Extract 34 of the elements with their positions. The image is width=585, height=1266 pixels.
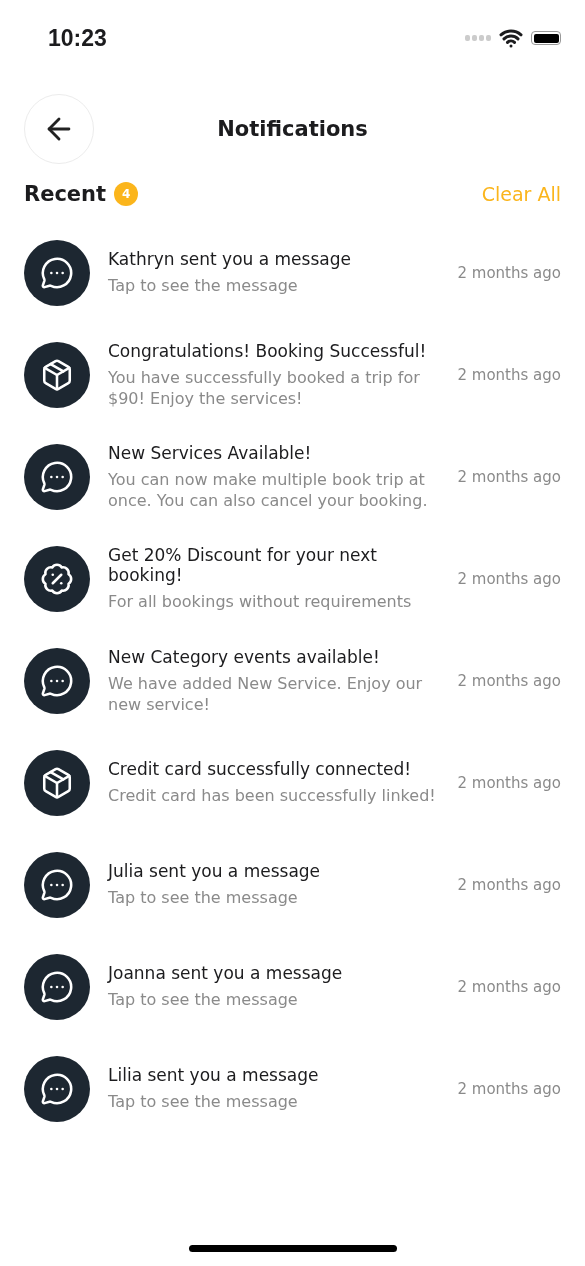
status-time: 10:23 [48,24,107,52]
notification-title: Kathryn sent you a message [108,249,352,270]
notification-text: Tap to see the message [108,1092,299,1113]
notification-title: Joanna sent you a message [108,963,344,984]
battery-icon [531,31,561,45]
section-title: Recent [24,182,107,206]
notification-time: 2 months ago [457,468,561,486]
clear-all-link[interactable]: Clear All [481,183,561,205]
notification-time: 2 months ago [457,774,561,792]
notification-time: 2 months ago [457,366,561,384]
notification-text: Credit card has been successfully linked! [108,786,437,807]
notification-time: 2 months ago [457,1080,561,1098]
notification-text: You have successfully booked a trip for $90! Enjoy the services! [108,367,421,410]
notification-title: Get 20% Discount for your next booking! [108,545,378,586]
notification-time: 2 months ago [457,570,561,588]
notification-text: We have added New Service. Enjoy our new service! [108,673,424,716]
notification-time: 2 months ago [457,978,561,996]
notification-text: Tap to see the message [108,990,299,1011]
notification-text: Tap to see the message [108,276,299,297]
notification-text: Tap to see the message [108,888,299,909]
notification-time: 2 months ago [457,672,561,690]
notification-title: Lilia sent you a message [108,1065,320,1086]
notification-text: For all bookings without requirements [108,592,413,613]
count-badge: 4 [114,182,139,206]
notification-title: New Category events available! [108,646,381,667]
notification-title: Congratulations! Booking Successful! [108,340,428,361]
signal-icon [465,35,491,41]
notification-time: 2 months ago [457,264,561,282]
notification-title: New Services Available! [108,442,313,463]
notification-text: You can now make multiple book trip at once. You can also cancel your booking. [108,469,429,512]
notification-time: 2 months ago [457,876,561,894]
notification-title: Credit card successfully connected! [108,759,413,780]
notification-title: Julia sent you a message [108,861,322,882]
page-title: Notifications [216,117,369,141]
